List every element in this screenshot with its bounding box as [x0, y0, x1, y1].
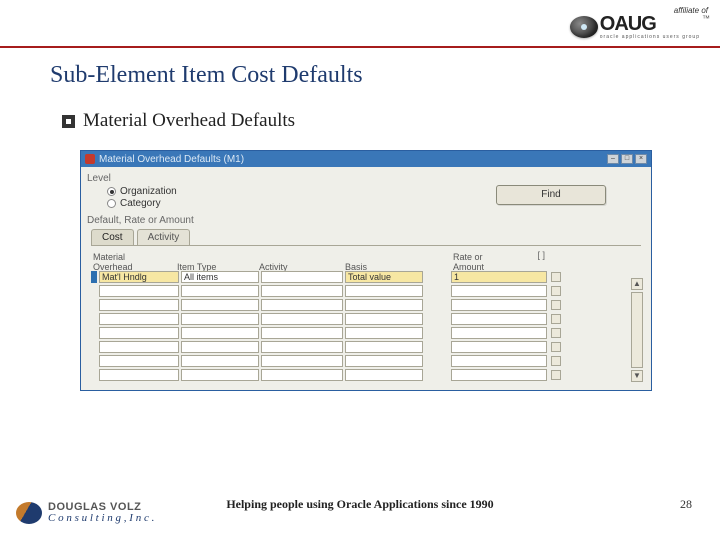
dff-button[interactable] — [551, 286, 561, 296]
tab-underline — [91, 245, 641, 246]
table-row[interactable] — [91, 298, 647, 312]
dff-button[interactable] — [551, 370, 561, 380]
grid-rows: Mat'l Hndlg All items Total value 1 — [91, 270, 647, 382]
table-row[interactable]: Mat'l Hndlg All items Total value 1 — [91, 270, 647, 284]
footer-brand-bottom: C o n s u l t i n g , I n c . — [48, 513, 154, 524]
radio-icon — [107, 187, 116, 196]
table-row[interactable] — [91, 326, 647, 340]
oaug-subtitle: oracle applications users group — [600, 35, 700, 40]
tab-activity[interactable]: Activity — [137, 229, 191, 245]
oaug-acronym: OAUG — [600, 14, 700, 34]
dff-button[interactable] — [551, 300, 561, 310]
table-row[interactable] — [91, 354, 647, 368]
grid-scrollbar: ▲ ▼ — [631, 278, 643, 382]
tab-strip: Cost Activity — [91, 229, 645, 245]
bullet-item: Material Overhead Defaults — [62, 110, 295, 132]
radio-label: Organization — [120, 186, 177, 197]
table-row[interactable] — [91, 368, 647, 382]
dff-button[interactable] — [551, 314, 561, 324]
oaug-logo: OAUG oracle applications users group ™ — [570, 14, 710, 40]
minimize-button[interactable]: – — [607, 154, 619, 164]
table-row[interactable] — [91, 312, 647, 326]
header-rule — [0, 46, 720, 48]
current-row-indicator — [91, 271, 97, 283]
trademark-symbol: ™ — [702, 14, 710, 23]
form-titlebar: Material Overhead Defaults (M1) – □ × — [81, 151, 651, 167]
dff-button[interactable] — [551, 342, 561, 352]
radio-label: Category — [120, 198, 161, 209]
scroll-down-button[interactable]: ▼ — [631, 370, 643, 382]
dff-button[interactable] — [551, 272, 561, 282]
dff-button[interactable] — [551, 328, 561, 338]
scroll-up-button[interactable]: ▲ — [631, 278, 643, 290]
close-button[interactable]: × — [635, 154, 647, 164]
form-title: Material Overhead Defaults (M1) — [99, 154, 605, 165]
bullet-icon — [62, 115, 75, 128]
oracle-form-window: Material Overhead Defaults (M1) – □ × Le… — [80, 150, 652, 391]
tab-cost[interactable]: Cost — [91, 229, 134, 245]
slide-title: Sub-Element Item Cost Defaults — [50, 62, 363, 89]
cell-rate[interactable]: 1 — [451, 271, 547, 283]
oracle-icon — [85, 154, 95, 164]
scroll-thumb[interactable] — [631, 292, 643, 368]
table-row[interactable] — [91, 340, 647, 354]
subhead-label: Default, Rate or Amount — [87, 215, 645, 226]
dff-button[interactable] — [551, 356, 561, 366]
oaug-globe-icon — [570, 16, 598, 38]
oaug-logo-text: OAUG oracle applications users group — [600, 14, 700, 40]
footer-tagline: Helping people using Oracle Applications… — [0, 497, 720, 512]
dff-indicator: [ ] — [537, 250, 545, 260]
radio-icon — [107, 199, 116, 208]
level-group-label: Level — [87, 173, 645, 184]
bullet-text: Material Overhead Defaults — [83, 110, 295, 132]
cell-activity[interactable] — [261, 271, 343, 283]
maximize-button[interactable]: □ — [621, 154, 633, 164]
page-number: 28 — [680, 497, 692, 512]
cell-item-type[interactable]: All items — [181, 271, 259, 283]
find-button[interactable]: Find — [496, 185, 606, 205]
cell-overhead[interactable]: Mat'l Hndlg — [99, 271, 179, 283]
cell-basis[interactable]: Total value — [345, 271, 423, 283]
form-body: Level Organization Category Find Default… — [81, 167, 651, 390]
table-row[interactable] — [91, 284, 647, 298]
defaults-grid: Material Overhead Item Type Activity Bas… — [91, 252, 647, 382]
